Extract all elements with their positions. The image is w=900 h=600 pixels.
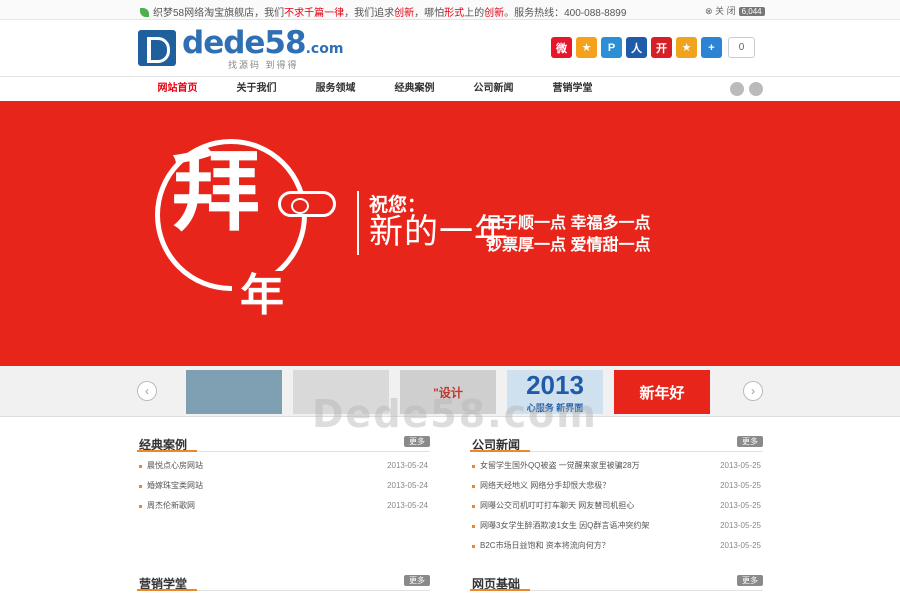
main-nav: 网站首页 关于我们 服务领域 经典案例 公司新闻 营销学堂	[0, 76, 900, 101]
list-item-title[interactable]: 婚嫁珠宝类网站	[147, 481, 203, 490]
favorite-star-share-icon[interactable]: ★	[676, 37, 697, 58]
thumbnail-caption: 新年好	[639, 384, 685, 402]
banner-blessings: 日子顺一点 幸福多一点 钞票厚一点 爱情甜一点	[486, 213, 650, 257]
list-item[interactable]: 晨悦点心房网站 2013-05-24	[137, 456, 430, 476]
nav-item[interactable]: 服务领域	[296, 77, 375, 100]
close-button[interactable]: ⊗ 关 闭 6,044	[705, 4, 765, 17]
share-count: 0	[728, 37, 755, 58]
kaixin-share-icon[interactable]: 开	[651, 37, 672, 58]
news-panel: 公司新闻 更多 女留学生国外QQ被盗 一觉醒来家里被骗28万 2013-05-25…	[470, 432, 763, 556]
list-item[interactable]: B2C市场日益饱和 资本将流向何方？ 2013-05-25	[470, 536, 763, 556]
list-item-title[interactable]: 网曝公交司机叮叮打车聊天 网友替司机担心	[480, 501, 634, 510]
top-notice-text: 织梦58网络淘宝旗舰店，我们不求千篇一律，我们追求创新，哪怕形式上的创新。服务热…	[140, 4, 626, 19]
list-item[interactable]: 女留学生国外QQ被盗 一觉醒来家里被骗28万 2013-05-25	[470, 456, 763, 476]
list-item[interactable]: 周杰伦新歌网 2013-05-24	[137, 496, 430, 516]
list-item-title[interactable]: 网络天经地义 网络分手却恨大悲极？	[480, 481, 610, 490]
cases-panel: 经典案例 更多 晨悦点心房网站 2013-05-24 婚嫁珠宝类网站 2013-05-…	[137, 432, 430, 516]
thumbnail-caption	[186, 370, 282, 414]
list-item-title[interactable]: 女留学生国外QQ被盗 一觉醒来家里被骗28万	[480, 461, 640, 470]
leaf-icon	[140, 8, 149, 17]
list-item-date: 2013-05-25	[720, 541, 761, 550]
auspicious-cloud-icon	[278, 191, 336, 217]
list-item-date: 2013-05-24	[387, 501, 428, 510]
more-share-icon[interactable]: +	[701, 37, 722, 58]
carousel-next-arrow-icon[interactable]: ›	[743, 381, 763, 401]
watermark-text: Dede58.com	[312, 392, 598, 436]
top-notice-bar: 织梦58网络淘宝旗舰店，我们不求千篇一律，我们追求创新，哪怕形式上的创新。服务热…	[0, 0, 900, 20]
panel-title-underline	[137, 450, 197, 452]
list-item-date: 2013-05-24	[387, 461, 428, 470]
list-item[interactable]: 网曝公交司机叮叮打车聊天 网友替司机担心 2013-05-25	[470, 496, 763, 516]
nav-item[interactable]: 公司新闻	[454, 77, 533, 100]
list-item[interactable]: 网络天经地义 网络分手却恨大悲极？ 2013-05-25	[470, 476, 763, 496]
web-basics-panel: 网页基础 更多	[470, 571, 763, 591]
list-item-title[interactable]: B2C市场日益饱和 资本将流向何方？	[480, 541, 610, 550]
share-toolbar: 微 ★ P 人开 ★ +0	[551, 37, 755, 59]
list-item[interactable]: 婚嫁珠宝类网站 2013-05-24	[137, 476, 430, 496]
more-button[interactable]: 更多	[737, 575, 763, 586]
bai-character: 拜	[172, 139, 261, 243]
user-icon[interactable]	[749, 82, 763, 96]
list-item-date: 2013-05-25	[720, 481, 761, 490]
marketing-panel: 营销学堂 更多	[137, 571, 430, 591]
banner-blessing-line: 日子顺一点 幸福多一点	[486, 215, 651, 232]
carousel-thumbnail[interactable]	[186, 370, 282, 414]
search-icon[interactable]	[730, 82, 744, 96]
hero-banner[interactable]: 拜 年 祝您： 新的一年 日子顺一点 幸福多一点 钞票厚一点 爱情甜一点	[0, 101, 900, 366]
renren-share-icon[interactable]: 人	[626, 37, 647, 58]
panel-title-underline	[470, 589, 530, 591]
more-button[interactable]: 更多	[404, 436, 430, 447]
carousel-thumbnail[interactable]: 新年好	[614, 370, 710, 414]
nav-item[interactable]: 经典案例	[375, 77, 454, 100]
qzone-share-icon[interactable]: ★	[576, 37, 597, 58]
logo-domain-suffix: .com	[305, 41, 344, 57]
list-item-title[interactable]: 晨悦点心房网站	[147, 461, 203, 470]
panel-title-underline	[470, 450, 530, 452]
list-item-date: 2013-05-24	[387, 481, 428, 490]
list-item-title[interactable]: 网曝3女学生醉酒欺凌1女生 因Q群言语冲突约架	[480, 521, 649, 530]
logo-mark-icon	[138, 30, 176, 66]
carousel-prev-arrow-icon[interactable]: ‹	[137, 381, 157, 401]
nav-item[interactable]: 网站首页	[138, 77, 217, 100]
list-item[interactable]: 网曝3女学生醉酒欺凌1女生 因Q群言语冲突约架 2013-05-25	[470, 516, 763, 536]
nav-item[interactable]: 营销学堂	[533, 77, 612, 100]
nav-item[interactable]: 关于我们	[217, 77, 296, 100]
more-button[interactable]: 更多	[737, 436, 763, 447]
weibo-share-icon[interactable]: 微	[551, 37, 572, 58]
panel-title-underline	[137, 589, 197, 591]
list-item-title[interactable]: 周杰伦新歌网	[147, 501, 195, 510]
list-item-date: 2013-05-25	[720, 521, 761, 530]
site-logo[interactable]: dede58.com 找源码 到得得	[138, 25, 343, 70]
close-count-badge: 6,044	[738, 7, 765, 16]
site-header: dede58.com 找源码 到得得 微 ★ P 人开 ★ +0	[0, 20, 900, 76]
nian-character: 年	[232, 271, 292, 321]
close-icon: ⊗	[705, 6, 713, 16]
more-button[interactable]: 更多	[404, 575, 430, 586]
banner-blessing-line: 钞票厚一点 爱情甜一点	[486, 237, 651, 254]
banner-divider	[357, 191, 359, 255]
tencent-weibo-share-icon[interactable]: P	[601, 37, 622, 58]
logo-slogan: 找源码 到得得	[228, 60, 299, 70]
list-item-date: 2013-05-25	[720, 501, 761, 510]
logo-wordmark: dede58	[182, 25, 307, 61]
list-item-date: 2013-05-25	[720, 461, 761, 470]
